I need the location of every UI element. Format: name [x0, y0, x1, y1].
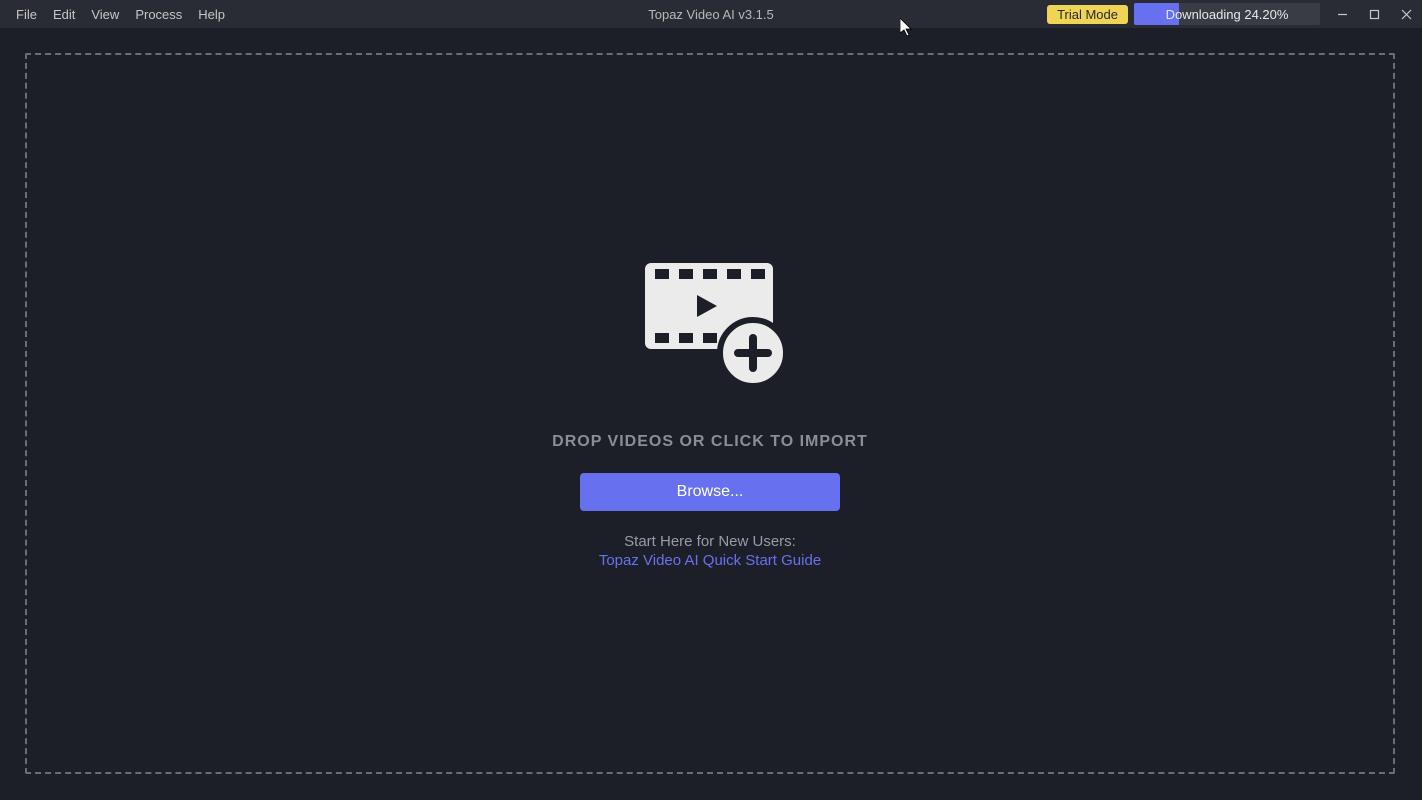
quick-start-guide-link[interactable]: Topaz Video AI Quick Start Guide: [599, 552, 821, 569]
titlebar-right-controls: Trial Mode Downloading 24.20%: [1047, 0, 1422, 28]
download-progress-text: Downloading 24.20%: [1166, 7, 1289, 22]
minimize-button[interactable]: [1326, 0, 1358, 28]
menu-bar: File Edit View Process Help: [0, 0, 233, 28]
minimize-icon: [1337, 9, 1348, 20]
close-button[interactable]: [1390, 0, 1422, 28]
drop-prompt-text: DROP VIDEOS OR CLICK TO IMPORT: [552, 433, 868, 451]
close-icon: [1401, 9, 1412, 20]
menu-edit[interactable]: Edit: [45, 0, 83, 28]
maximize-button[interactable]: [1358, 0, 1390, 28]
trial-mode-badge[interactable]: Trial Mode: [1047, 5, 1128, 24]
download-progress[interactable]: Downloading 24.20%: [1134, 3, 1320, 25]
window-controls: [1326, 0, 1422, 28]
video-import-icon: [635, 258, 785, 393]
drop-zone[interactable]: DROP VIDEOS OR CLICK TO IMPORT Browse...…: [25, 53, 1395, 774]
menu-file[interactable]: File: [8, 0, 45, 28]
menu-help[interactable]: Help: [190, 0, 233, 28]
menu-process[interactable]: Process: [127, 0, 190, 28]
start-here-text: Start Here for New Users:: [624, 533, 796, 550]
browse-button[interactable]: Browse...: [580, 473, 840, 511]
menu-view[interactable]: View: [83, 0, 127, 28]
maximize-icon: [1369, 9, 1380, 20]
app-title: Topaz Video AI v3.1.5: [648, 7, 774, 22]
titlebar: File Edit View Process Help Topaz Video …: [0, 0, 1422, 28]
